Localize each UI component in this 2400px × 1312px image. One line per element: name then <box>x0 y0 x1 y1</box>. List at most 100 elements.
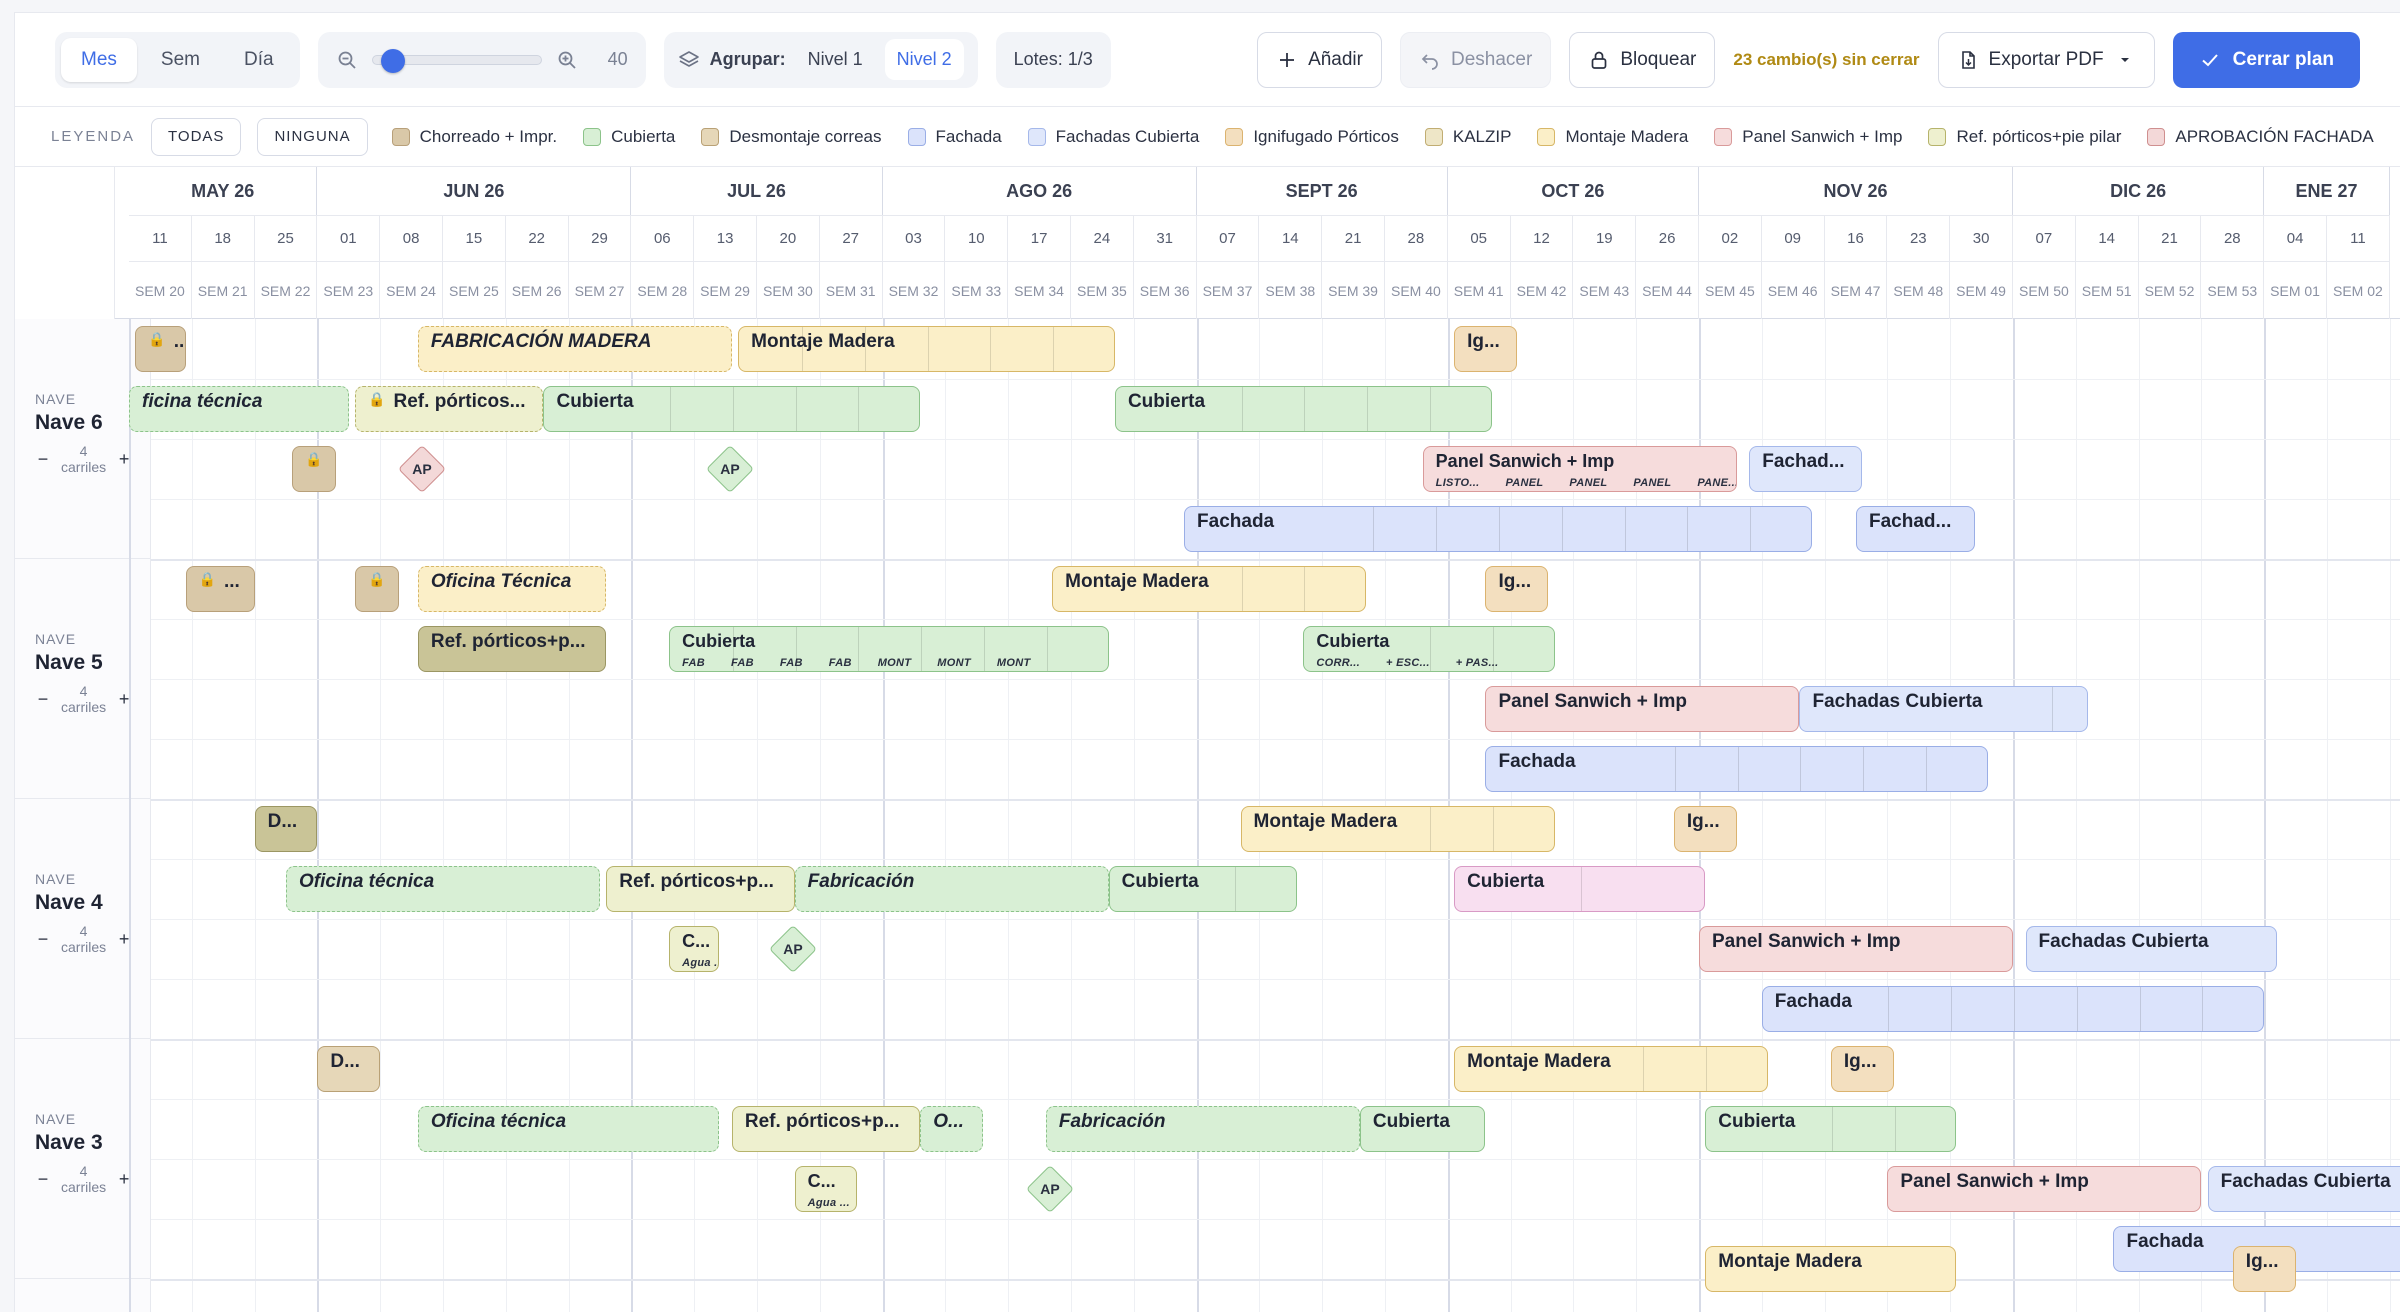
lane-count-number: 4 <box>79 683 88 699</box>
task-bar[interactable]: 🔒... <box>185 566 255 612</box>
task-bar[interactable]: D... <box>254 806 318 852</box>
task-bar[interactable]: 🔒 <box>292 446 337 492</box>
task-bar[interactable]: Montaje Madera <box>1240 806 1555 852</box>
task-bar[interactable]: C... Agua ... <box>669 926 720 972</box>
task-bar[interactable]: Fabricación <box>1045 1106 1360 1152</box>
task-bar[interactable]: O... <box>920 1106 984 1152</box>
task-bar[interactable]: Montaje Madera <box>1052 566 1367 612</box>
legend-item[interactable]: KALZIP <box>1424 127 1511 147</box>
milestone-marker[interactable]: AP <box>1026 1164 1075 1214</box>
task-bar[interactable]: 🔒 Ref. pórticos... <box>355 386 544 432</box>
minus-icon[interactable]: − <box>35 449 51 469</box>
legend-item[interactable]: Panel Sanwich + Imp <box>1714 127 1902 147</box>
task-bar[interactable]: Panel Sanwich + Imp <box>1887 1166 2202 1212</box>
legend-item[interactable]: Fachadas Cubierta <box>1027 127 1199 147</box>
task-bar[interactable]: Fachad... <box>1749 446 1863 492</box>
legend-item[interactable]: Fachada <box>907 127 1002 147</box>
task-bar[interactable]: Cubierta FAB FAB FAB FAB MONT MONT MONT <box>669 626 1109 672</box>
legend-item[interactable]: Ignifugado Pórticos <box>1225 127 1399 147</box>
task-bar[interactable]: Montaje Madera <box>1705 1246 1957 1292</box>
view-mode-month[interactable]: Mes <box>61 37 137 82</box>
task-bar[interactable]: Panel Sanwich + Imp <box>1699 926 2013 972</box>
task-bar[interactable]: Fachadas Cubierta <box>2207 1166 2400 1212</box>
task-bar[interactable]: Fachada <box>1184 506 1813 552</box>
task-bar[interactable]: FABRICACIÓN MADERA <box>417 326 732 372</box>
lock-icon: 🔒 <box>305 451 323 467</box>
task-bar[interactable]: Oficina técnica <box>286 866 600 912</box>
zoom-slider-thumb[interactable] <box>380 48 405 73</box>
task-bar[interactable]: Montaje Madera <box>1454 1046 1769 1092</box>
day-header: 15 <box>443 215 506 261</box>
task-bar[interactable]: Cubierta <box>1705 1106 1957 1152</box>
lane-line <box>151 1279 2400 1281</box>
minus-icon[interactable]: − <box>35 929 51 949</box>
zoom-slider[interactable] <box>371 48 542 73</box>
task-bar[interactable]: Ig... <box>1830 1046 1894 1092</box>
task-bar[interactable]: Fachadas Cubierta <box>2025 926 2277 972</box>
task-bar[interactable]: 🔒... <box>135 326 186 372</box>
day-header: 19 <box>1573 215 1637 261</box>
zoom-out-icon[interactable] <box>336 49 358 71</box>
task-bar[interactable]: C... Agua ... <box>794 1166 858 1212</box>
task-bar[interactable]: Ig... <box>1485 566 1549 612</box>
close-plan-button[interactable]: Cerrar plan <box>2172 31 2360 88</box>
task-bar[interactable]: Fachad... <box>1856 506 1976 552</box>
legend-item[interactable]: APROBACIÓN FACHADA <box>2147 127 2374 147</box>
task-bar[interactable]: Ig... <box>1673 806 1737 852</box>
minus-icon[interactable]: − <box>35 689 51 709</box>
day-header: 14 <box>2075 215 2139 261</box>
legend-item[interactable]: Desmontaje correas <box>701 127 882 147</box>
task-bar[interactable]: Cubierta <box>1359 1106 1486 1152</box>
task-bar[interactable]: Ref. pórticos+p... <box>606 866 795 912</box>
task-bar[interactable]: Fabricación <box>794 866 1109 912</box>
view-mode-day[interactable]: Día <box>224 38 294 82</box>
task-bar[interactable]: Fachada <box>1485 746 1988 792</box>
lotes-indicator[interactable]: Lotes: 1/3 <box>995 31 1111 88</box>
day-header: 10 <box>945 215 1009 261</box>
task-bar[interactable]: Oficina Técnica <box>417 566 607 612</box>
task-bar[interactable]: Oficina técnica <box>417 1106 720 1152</box>
task-bar[interactable]: Cubierta CORR... + ESC... + PAS... <box>1303 626 1555 672</box>
minus-icon[interactable]: − <box>35 1169 51 1189</box>
task-bar[interactable]: Cubierta <box>1114 386 1492 432</box>
task-sublabel: MONT <box>996 657 1031 669</box>
task-bar[interactable]: Cubierta <box>1454 866 1706 912</box>
task-bar[interactable]: Ref. pórticos+p... <box>731 1106 921 1152</box>
legend-none-button[interactable]: NINGUNA <box>257 117 368 156</box>
undo-button[interactable]: Deshacer <box>1399 31 1552 88</box>
legend-item[interactable]: Montaje Madera <box>1537 127 1688 147</box>
task-bar[interactable]: Panel Sanwich + Imp <box>1485 686 1800 732</box>
lane-count-label: carriles <box>61 459 107 475</box>
legend-item[interactable]: Chorreado + Impr. <box>391 127 557 147</box>
task-bar[interactable]: Ig... <box>1454 326 1517 372</box>
milestone-marker[interactable]: AP <box>398 444 447 494</box>
group-level-1[interactable]: Nivel 1 <box>796 39 875 80</box>
lock-button[interactable]: Bloquear <box>1569 31 1716 88</box>
lane-controls: −4 carriles + <box>35 443 132 475</box>
task-bar[interactable]: Cubierta <box>1108 866 1298 912</box>
legend-all-button[interactable]: TODAS <box>151 117 242 156</box>
task-bar[interactable]: Fachadas Cubierta <box>1799 686 2089 732</box>
task-bar[interactable]: Fachada <box>1761 986 2265 1032</box>
milestone-marker[interactable]: AP <box>768 924 817 974</box>
export-pdf-button[interactable]: Exportar PDF <box>1937 31 2155 88</box>
task-bar[interactable]: Montaje Madera <box>738 326 1115 372</box>
legend-item[interactable]: Cubierta <box>583 127 675 147</box>
task-label: C... <box>682 931 711 951</box>
task-bar[interactable]: Ref. pórticos+p... <box>417 626 607 672</box>
add-button[interactable]: Añadir <box>1257 31 1382 88</box>
milestone-marker[interactable]: AP <box>705 444 755 494</box>
task-bar[interactable]: Ig... <box>2232 1246 2296 1292</box>
legend-item[interactable]: Ref. pórticos+pie pilar <box>1928 127 2121 147</box>
task-label: Cubierta <box>556 391 634 412</box>
task-bar[interactable]: D... <box>317 1046 381 1092</box>
group-level-2[interactable]: Nivel 2 <box>884 39 964 80</box>
legend-swatch <box>2147 127 2166 146</box>
zoom-in-icon[interactable] <box>556 49 578 71</box>
task-bar[interactable]: Cubierta <box>543 386 921 432</box>
task-bar[interactable]: 🔒 <box>355 566 400 612</box>
task-bar[interactable]: ficina técnica <box>129 386 349 432</box>
task-bar[interactable]: Panel Sanwich + Imp LISTO... PANEL PANEL PAN… <box>1422 446 1737 492</box>
view-mode-week[interactable]: Sem <box>141 38 220 82</box>
lane-line <box>151 379 2400 380</box>
